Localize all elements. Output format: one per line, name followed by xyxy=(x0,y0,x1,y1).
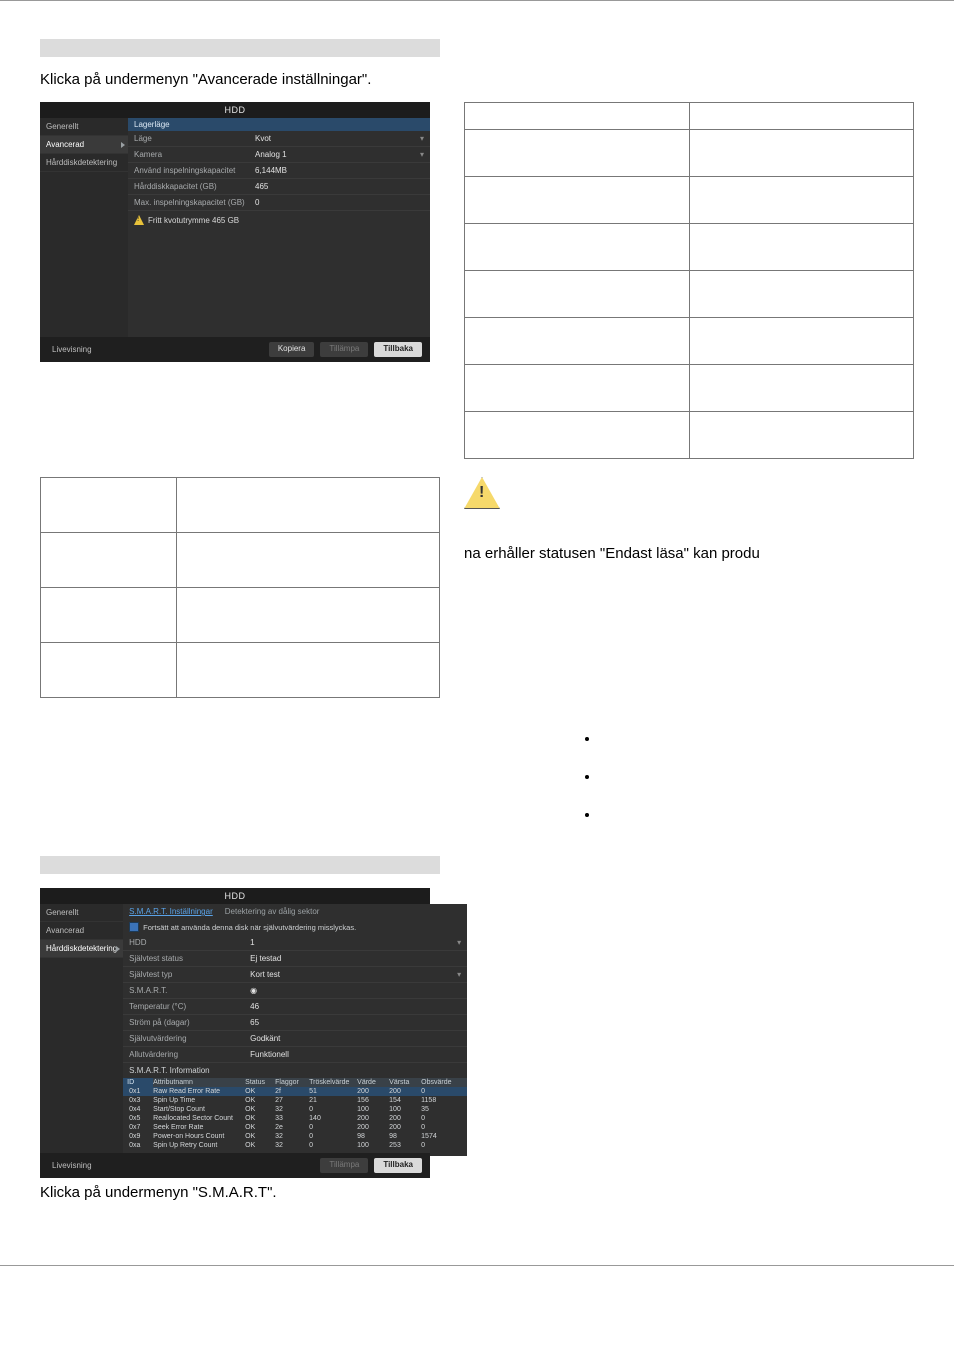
checkbox-icon[interactable] xyxy=(129,922,139,932)
sidebar: Generellt Avancerad Hårddiskdetektering xyxy=(40,118,128,338)
footer-bar: Livevisning Kopiera Tillämpa Tillbaka xyxy=(40,337,430,362)
sidebar-item-detection[interactable]: Hårddiskdetektering xyxy=(40,154,128,172)
sidebar-item-advanced[interactable]: Avancerad xyxy=(40,136,128,154)
bullet-list xyxy=(560,730,914,844)
row-temp: Temperatur (°C)46 xyxy=(123,999,467,1015)
panel: S.M.A.R.T. Inställningar Detektering av … xyxy=(123,904,467,1156)
sidebar-item-detection[interactable]: Hårddiskdetektering xyxy=(40,940,123,958)
placeholder-table-right xyxy=(464,102,914,459)
live-view-link[interactable]: Livevisning xyxy=(48,1158,96,1173)
warning-icon xyxy=(134,215,144,225)
chevron-down-icon: ▾ xyxy=(420,150,424,159)
list-item xyxy=(600,768,914,806)
chevron-down-icon: ▾ xyxy=(457,970,461,979)
row-selfeval: SjälvutvärderingGodkänt xyxy=(123,1031,467,1047)
smart-table-header: IDAttributnamnStatusFlaggorTröskelvärdeV… xyxy=(123,1078,467,1087)
continue-checkbox-row[interactable]: Fortsätt att använda denna disk när själ… xyxy=(123,919,467,935)
row-power-days: Ström på (dagar)65 xyxy=(123,1015,467,1031)
table-row: 0x3Spin Up TimeOK27211561541158 xyxy=(123,1096,467,1105)
warning-row: Fritt kvotutrymme 465 GB xyxy=(128,211,430,229)
apply-button[interactable]: Tillämpa xyxy=(320,342,368,357)
row-hdd-capacity: Hårddiskkapacitet (GB)465 xyxy=(128,179,430,195)
row-used-capacity: Använd inspelningskapacitet6,144MB xyxy=(128,163,430,179)
caution-text: na erhåller statusen "Endast läsa" kan p… xyxy=(464,509,914,562)
screenshot-hdd-smart: HDD Generellt Avancerad Hårddiskdetekter… xyxy=(40,888,430,1178)
row-selftest-status: Självtest statusEj testad xyxy=(123,951,467,967)
caution-icon xyxy=(464,477,500,509)
list-item xyxy=(600,806,914,844)
row-mode[interactable]: LägeKvot▾ xyxy=(128,131,430,147)
chevron-down-icon: ▾ xyxy=(457,938,461,947)
footer-bar: Livevisning Tillämpa Tillbaka xyxy=(40,1153,430,1178)
table-row: 0xaSpin Up Retry CountOK3201002530 xyxy=(123,1141,467,1150)
copy-button[interactable]: Kopiera xyxy=(269,342,315,357)
sidebar: Generellt Avancerad Hårddiskdetektering xyxy=(40,904,123,1156)
table-row: 0x7Seek Error RateOK2e02002000 xyxy=(123,1123,467,1132)
table-row: 0x4Start/Stop CountOK32010010035 xyxy=(123,1105,467,1114)
intro-text-1: Klicka på undermenyn "Avancerade inställ… xyxy=(40,71,914,88)
panel: Lagerläge LägeKvot▾ KameraAnalog 1▾ Anvä… xyxy=(128,118,430,338)
sidebar-item-general[interactable]: Generellt xyxy=(40,904,123,922)
tab-smart[interactable]: S.M.A.R.T. Inställningar xyxy=(129,907,213,916)
row-hdd[interactable]: HDD1▾ xyxy=(123,935,467,951)
row-smart[interactable]: S.M.A.R.T.◉ xyxy=(123,983,467,999)
table-row: 0x5Reallocated Sector CountOK33140200200… xyxy=(123,1114,467,1123)
tab-bad-sector[interactable]: Detektering av dålig sektor xyxy=(225,907,320,916)
sidebar-item-general[interactable]: Generellt xyxy=(40,118,128,136)
chevron-down-icon: ▾ xyxy=(420,134,424,143)
list-item xyxy=(600,730,914,768)
window-title: HDD xyxy=(40,102,430,118)
sidebar-item-advanced[interactable]: Avancerad xyxy=(40,922,123,940)
smart-info-title: S.M.A.R.T. Information xyxy=(123,1063,467,1078)
back-button[interactable]: Tillbaka xyxy=(374,1158,422,1173)
row-alleval: AllutvärderingFunktionell xyxy=(123,1047,467,1063)
back-button[interactable]: Tillbaka xyxy=(374,342,422,357)
placeholder-table-left xyxy=(40,477,440,698)
redaction-bar xyxy=(40,39,440,57)
intro-text-2: Klicka på undermenyn "S.M.A.R.T". xyxy=(40,1184,914,1201)
screenshot-hdd-advanced: HDD Generellt Avancerad Hårddiskdetekter… xyxy=(40,102,430,362)
window-title: HDD xyxy=(40,888,430,904)
table-row: 0x9Power-on Hours CountOK32098981574 xyxy=(123,1132,467,1141)
redaction-bar xyxy=(40,856,440,874)
apply-button[interactable]: Tillämpa xyxy=(320,1158,368,1173)
row-max-capacity[interactable]: Max. inspelningskapacitet (GB)0 xyxy=(128,195,430,211)
row-selftest-type[interactable]: Självtest typKort test▾ xyxy=(123,967,467,983)
panel-heading: Lagerläge xyxy=(128,118,430,131)
live-view-link[interactable]: Livevisning xyxy=(48,342,96,357)
table-row: 0x1Raw Read Error RateOK2f512002000 xyxy=(123,1087,467,1096)
row-camera[interactable]: KameraAnalog 1▾ xyxy=(128,147,430,163)
